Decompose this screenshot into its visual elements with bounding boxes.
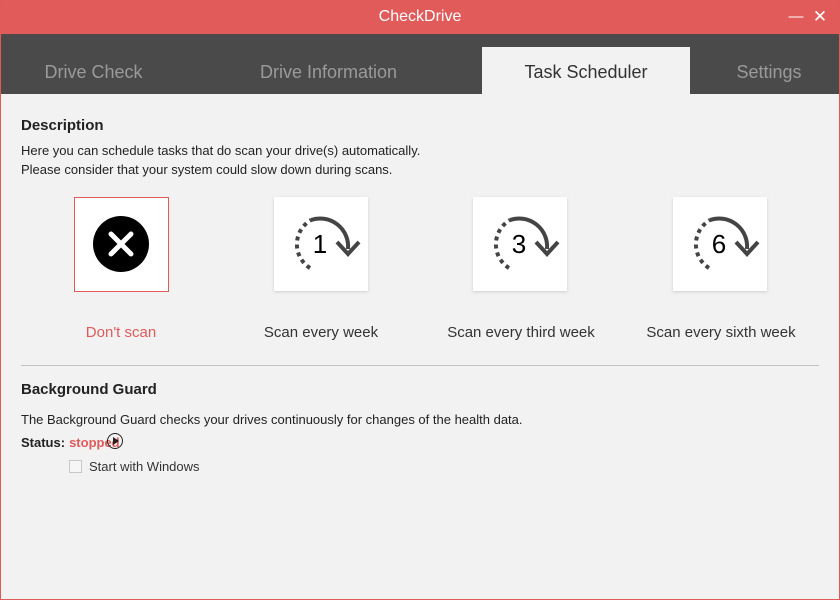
window-title: CheckDrive bbox=[378, 8, 462, 25]
option-tile-every-sixth-week[interactable]: 6 bbox=[673, 197, 767, 291]
minimize-button[interactable]: — bbox=[785, 6, 807, 28]
play-icon[interactable] bbox=[107, 433, 123, 449]
tab-drive-check[interactable]: Drive Check bbox=[1, 47, 186, 94]
task-scheduler-panel: Description Here you can schedule tasks … bbox=[1, 94, 839, 599]
tab-settings[interactable]: Settings bbox=[701, 47, 837, 94]
tab-drive-information[interactable]: Drive Information bbox=[226, 47, 431, 94]
background-guard-description: The Background Guard checks your drives … bbox=[21, 412, 523, 427]
tab-bar: Drive Check Drive Information Task Sched… bbox=[1, 34, 839, 94]
app-window: CheckDrive — ✕ Drive Check Drive Informa… bbox=[0, 0, 840, 600]
icon-number: 3 bbox=[512, 229, 526, 259]
close-button[interactable]: ✕ bbox=[809, 6, 831, 28]
title-bar[interactable]: CheckDrive — ✕ bbox=[1, 1, 839, 34]
option-label-every-sixth-week: Scan every sixth week bbox=[646, 324, 796, 341]
background-guard-heading: Background Guard bbox=[21, 381, 157, 398]
option-label-dont-scan: Don't scan bbox=[85, 324, 157, 341]
icon-number: 6 bbox=[712, 229, 726, 259]
option-tile-every-week[interactable]: 1 bbox=[274, 197, 368, 291]
status-line: Status: stopped bbox=[21, 435, 120, 450]
repeat-icon: 3 bbox=[493, 216, 560, 270]
option-label-every-third-week: Scan every third week bbox=[447, 324, 595, 341]
icon-number: 1 bbox=[313, 229, 327, 259]
start-with-windows-label[interactable]: Start with Windows bbox=[89, 459, 200, 474]
description-line-1: Here you can schedule tasks that do scan… bbox=[21, 143, 421, 158]
repeat-icon: 1 bbox=[294, 216, 361, 270]
description-heading: Description bbox=[21, 117, 104, 134]
option-tile-every-third-week[interactable]: 3 bbox=[473, 197, 567, 291]
description-line-2: Please consider that your system could s… bbox=[21, 162, 393, 177]
option-tile-dont-scan[interactable] bbox=[74, 197, 169, 292]
tab-task-scheduler[interactable]: Task Scheduler bbox=[482, 47, 690, 94]
section-divider bbox=[21, 365, 819, 366]
repeat-icon: 6 bbox=[693, 216, 760, 270]
close-circle-icon bbox=[93, 216, 149, 272]
option-label-every-week: Scan every week bbox=[263, 324, 379, 341]
status-label: Status: bbox=[21, 435, 66, 450]
start-with-windows-checkbox[interactable] bbox=[69, 460, 82, 473]
